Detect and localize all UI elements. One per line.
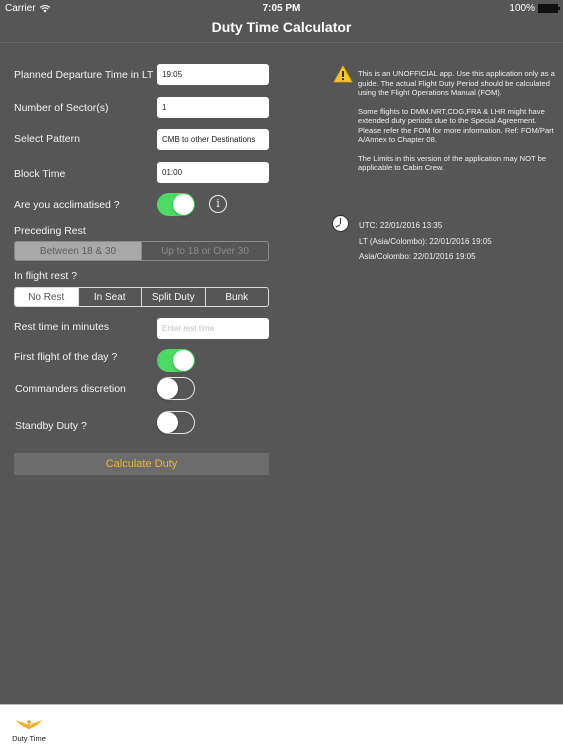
page-title: Duty Time Calculator <box>211 19 352 35</box>
inflight-rest-option-no-rest[interactable]: No Rest <box>15 288 78 306</box>
commanders-discretion-toggle[interactable] <box>157 377 195 400</box>
logo-text: Duty Time <box>12 734 46 743</box>
acclimatised-toggle[interactable] <box>157 193 195 216</box>
disclaimer-paragraph: The Limits in this version of the applic… <box>358 153 547 173</box>
footer-bar: Duty Time <box>0 704 563 751</box>
inflight-rest-label: In flight rest ? <box>14 270 78 282</box>
disclaimer-paragraph: Some flights to DMM.NRT,CDG,FRA & LHR mi… <box>358 106 554 145</box>
status-bar: Carrier 7:05 PM 100% <box>0 0 563 16</box>
rest-minutes-input[interactable]: Enter rest time <box>157 318 269 339</box>
standby-duty-label: Standby Duty ? <box>15 420 87 432</box>
disclaimer-paragraph: This is an UNOFFICIAL app. Use this appl… <box>358 69 555 97</box>
local-time-zone: Asia/Colombo: 22/01/2016 19:05 <box>359 252 476 261</box>
block-time-label: Block Time <box>14 168 66 180</box>
preceding-rest-segmented-control: Between 18 & 30 Up to 18 or Over 30 <box>14 241 269 261</box>
sectors-label: Number of Sector(s) <box>14 102 109 114</box>
inflight-rest-segmented-control: No Rest In Seat Split Duty Bunk <box>14 287 269 307</box>
acclimatised-label: Are you acclimatised ? <box>14 199 120 211</box>
block-time-input[interactable]: 01:00 <box>157 162 269 183</box>
commanders-discretion-label: Commanders discretion <box>15 383 126 395</box>
sectors-input[interactable]: 1 <box>157 97 269 118</box>
first-flight-toggle[interactable] <box>157 349 195 372</box>
battery-indicator: 100% <box>509 3 560 14</box>
toggle-knob <box>157 378 178 399</box>
disclaimer-notice: This is an UNOFFICIAL app. Use this appl… <box>358 69 558 182</box>
calculate-duty-button[interactable]: Calculate Duty <box>14 453 269 475</box>
wings-logo-icon <box>16 720 42 729</box>
rest-minutes-label: Rest time in minutes <box>14 321 110 333</box>
info-icon[interactable]: i <box>209 195 227 213</box>
logo-subtext <box>9 743 49 747</box>
battery-percent: 100% <box>509 3 535 14</box>
inflight-rest-option-bunk[interactable]: Bunk <box>204 288 269 306</box>
departure-time-input[interactable]: 19:05 <box>157 64 269 85</box>
toggle-knob <box>173 194 194 215</box>
local-time-lt: LT (Asia/Colombo): 22/01/2016 19:05 <box>359 237 492 246</box>
toggle-knob <box>157 412 178 433</box>
toggle-knob <box>173 350 194 371</box>
standby-duty-toggle[interactable] <box>157 411 195 434</box>
pattern-label: Select Pattern <box>14 133 80 145</box>
inflight-rest-option-split-duty[interactable]: Split Duty <box>141 288 205 306</box>
battery-icon <box>538 4 560 13</box>
preceding-rest-label: Preceding Rest <box>14 225 86 237</box>
clock-icon <box>332 215 349 232</box>
first-flight-label: First flight of the day ? <box>14 351 118 363</box>
app-logo: Duty Time <box>9 717 49 747</box>
utc-time: UTC: 22/01/2016 13:35 <box>359 221 443 230</box>
preceding-rest-option-18-30[interactable]: Between 18 & 30 <box>15 242 141 260</box>
navigation-bar: Duty Time Calculator <box>0 16 563 43</box>
departure-label: Planned Departure Time in LT <box>14 69 154 81</box>
clock-time: 7:05 PM <box>262 3 301 14</box>
pattern-select[interactable]: CMB to other Destinations <box>157 129 269 150</box>
warning-icon <box>333 65 353 83</box>
inflight-rest-option-in-seat[interactable]: In Seat <box>77 288 142 306</box>
preceding-rest-option-other[interactable]: Up to 18 or Over 30 <box>141 242 268 260</box>
